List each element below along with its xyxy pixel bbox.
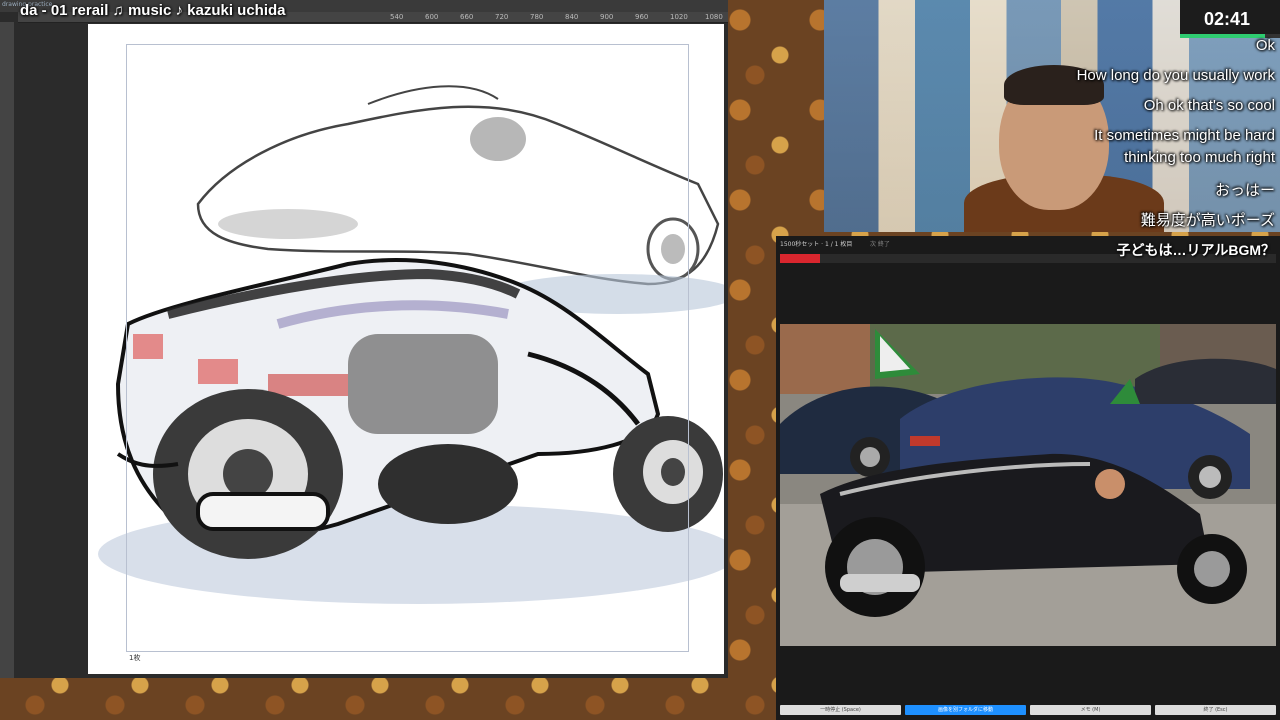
timer-value: 02:41 [1203,9,1250,29]
timer-progress-fill [1180,34,1265,38]
ruler-mark: 960 [635,13,649,21]
page-label: 1枚 [129,654,141,662]
ruler-mark: 540 [390,13,404,21]
viewer-progress-fill [780,254,820,263]
reference-photo-art [780,324,1276,646]
reference-photo [780,324,1276,646]
ruler-mark: 840 [565,13,579,21]
pause-button[interactable]: 一時停止 (Space) [780,705,901,715]
chat-caption: thinking too much right [1124,149,1275,166]
timer-widget: 02:41 [1180,0,1280,38]
ruler-mark: 1080 [705,13,723,21]
viewer-status: 1500秒セット · 1 / 1 枚目 [780,241,853,248]
viewer-button-row: 一時停止 (Space) 画像を別フォルダに移動 メモ (M) 終了 (Esc) [780,705,1276,715]
ruler-mark: 1020 [670,13,688,21]
viewer-subtitle: 子どもは…リアルBGM？ [1116,242,1275,258]
chat-caption: Ok [1255,37,1275,54]
chat-caption: How long do you usually work [1076,67,1275,84]
ruler-vertical [0,22,14,678]
chat-caption: 難易度が高いポーズ [1140,212,1275,229]
reference-viewer: 1500秒セット · 1 / 1 枚目 次 終了 一時停止 (Space) 画像… [776,236,1280,720]
stream-title-overlay: da - 01 rerail ♫ music ♪ kazuki uchida [20,2,286,19]
page-guide [126,44,689,652]
ruler-mark: 660 [460,13,474,21]
ruler-mark: 600 [425,13,439,21]
viewer-next-button[interactable]: 次 終了 [870,239,890,248]
memo-button[interactable]: メモ (M) [1030,705,1151,715]
chat-caption: It sometimes might be hard [1094,127,1275,144]
ruler-mark: 900 [600,13,614,21]
chat-caption: おっはー [1214,182,1275,199]
ruler-mark: 780 [530,13,544,21]
ruler-mark: 720 [495,13,509,21]
chat-caption: Oh ok that's so cool [1143,97,1275,114]
move-image-button[interactable]: 画像を別フォルダに移動 [905,705,1026,715]
drawing-app-window: 540 600 660 720 780 840 900 960 1020 108… [0,0,738,678]
exit-button[interactable]: 終了 (Esc) [1155,705,1276,715]
